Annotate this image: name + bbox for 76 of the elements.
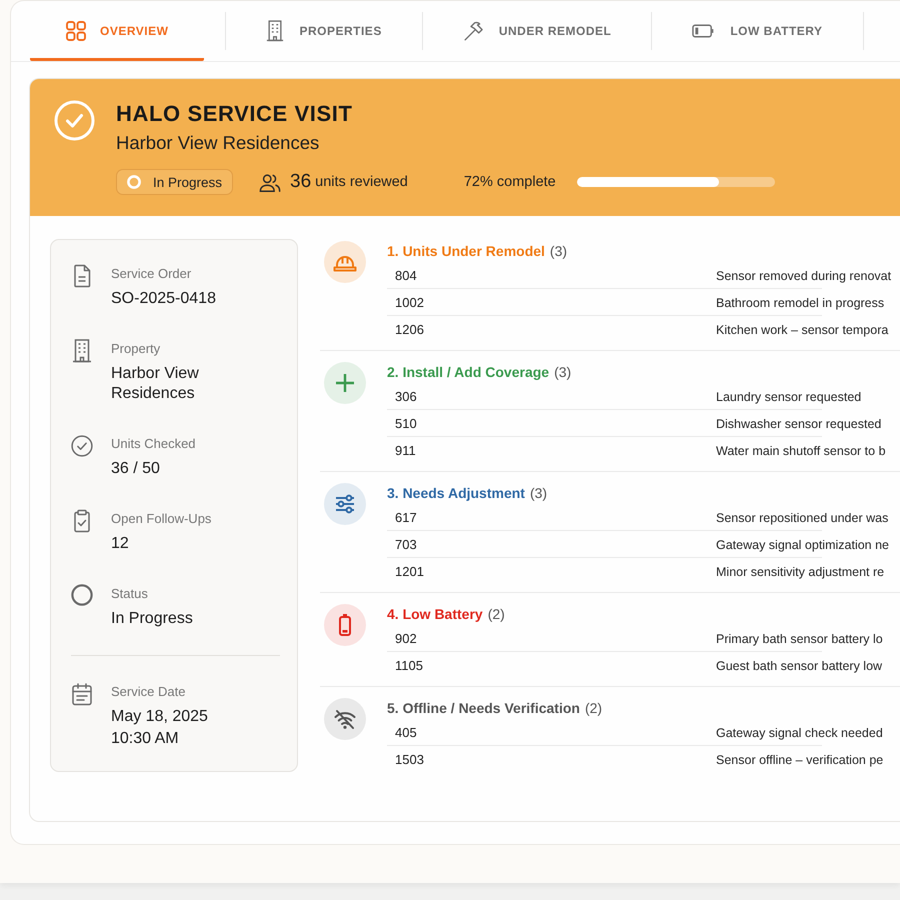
unit-number: 911 (395, 443, 416, 458)
item-count: (2) (584, 699, 602, 718)
unit-number: 1201 (395, 564, 424, 579)
note-text: Sensor offline – verification pe (716, 752, 884, 766)
sliders-icon (324, 483, 366, 525)
detail-label: Units Checked (111, 435, 196, 453)
plus-icon (324, 362, 366, 404)
hard-hat-icon (324, 241, 366, 283)
ring-icon (127, 175, 141, 189)
detail-value: 12 (111, 534, 130, 554)
unit-number: 1105 (395, 658, 423, 673)
unit-number: 510 (395, 416, 417, 431)
detail-label: Service Date (111, 683, 186, 701)
reviewed-label: units reviewed (315, 174, 408, 190)
unit-number: 405 (395, 725, 417, 740)
item-count: (3) (550, 242, 568, 261)
check-circle-icon (54, 100, 95, 141)
detail-label: Service Order (111, 265, 192, 283)
note-text: Dishwasher sensor requested (716, 416, 882, 430)
calendar-icon (71, 682, 93, 706)
section-title: 1. Units Under Remodel (387, 242, 545, 261)
hammer-icon (462, 20, 484, 42)
detail-value: 36 / 50 (111, 459, 161, 479)
battery-icon (324, 604, 366, 646)
unit-number: 1206 (395, 322, 424, 337)
visit-title: HALO SERVICE VISIT (116, 101, 354, 127)
circle-icon (71, 584, 93, 606)
detail-value: May 18, 2025 (111, 707, 208, 727)
item-count: (2) (488, 605, 505, 624)
note-text: Gateway signal check needed (716, 726, 883, 740)
note-text: Sensor removed during renovat (716, 268, 892, 282)
detail-value: SO-2025-0418 (111, 289, 216, 309)
section-title: 4. Low Battery (387, 605, 483, 624)
tab[interactable]: PROPERTIES (226, 1, 422, 61)
document-icon (72, 264, 92, 288)
item-count: (3) (530, 484, 548, 503)
unit-number: 306 (395, 389, 417, 404)
note-text: Guest bath sensor battery low (716, 658, 882, 672)
note-text: Bathroom remodel in progress (716, 296, 884, 310)
progress-label: 72% complete (464, 174, 556, 190)
tab[interactable]: UNDER REMODEL (422, 1, 652, 61)
note-text: Minor sensitivity adjustment re (716, 564, 884, 578)
battery-icon (692, 23, 716, 39)
tab[interactable]: LOW BATTERY (652, 1, 862, 61)
tab[interactable]: OVERVIEW (30, 1, 204, 61)
unit-number: 1503 (395, 752, 424, 767)
section-title: 3. Needs Adjustment (387, 484, 525, 503)
unit-number: 902 (395, 631, 417, 646)
building-icon (72, 339, 92, 363)
section-title: 5. Offline / Needs Verification (387, 699, 580, 718)
note-text: Laundry sensor requested (716, 390, 862, 404)
note-text: Water main shutoff sensor to b (716, 444, 886, 458)
note-text: Kitchen work – sensor tempora (716, 322, 888, 336)
unit-number: 804 (395, 268, 417, 283)
people-icon (259, 172, 282, 192)
detail-label: Open Follow-Ups (111, 510, 212, 528)
wifi-off-icon (324, 698, 366, 740)
detail-value: In Progress (111, 609, 193, 629)
note-text: Primary bath sensor battery lo (716, 632, 883, 646)
item-count: (3) (554, 363, 572, 382)
status-text: In Progress (153, 174, 222, 190)
detail-label: Property (111, 340, 162, 358)
note-text: Gateway signal optimization ne (716, 538, 890, 552)
detail-label: Status (111, 585, 149, 603)
unit-number: 617 (395, 510, 417, 525)
unit-number: 1002 (395, 295, 424, 310)
grid-icon (66, 21, 86, 41)
unit-number: 703 (395, 537, 417, 552)
building-icon (266, 20, 284, 42)
property-name: Harbor View Residences (116, 131, 320, 155)
note-text: Sensor repositioned under was (716, 510, 888, 524)
time-text: 10:30 AM (111, 729, 180, 749)
reviewed-count: 36 (290, 171, 312, 193)
check-circle-icon (71, 434, 93, 458)
detail-value: Harbor View Residences (111, 364, 200, 404)
section-title: 2. Install / Add Coverage (387, 363, 550, 382)
